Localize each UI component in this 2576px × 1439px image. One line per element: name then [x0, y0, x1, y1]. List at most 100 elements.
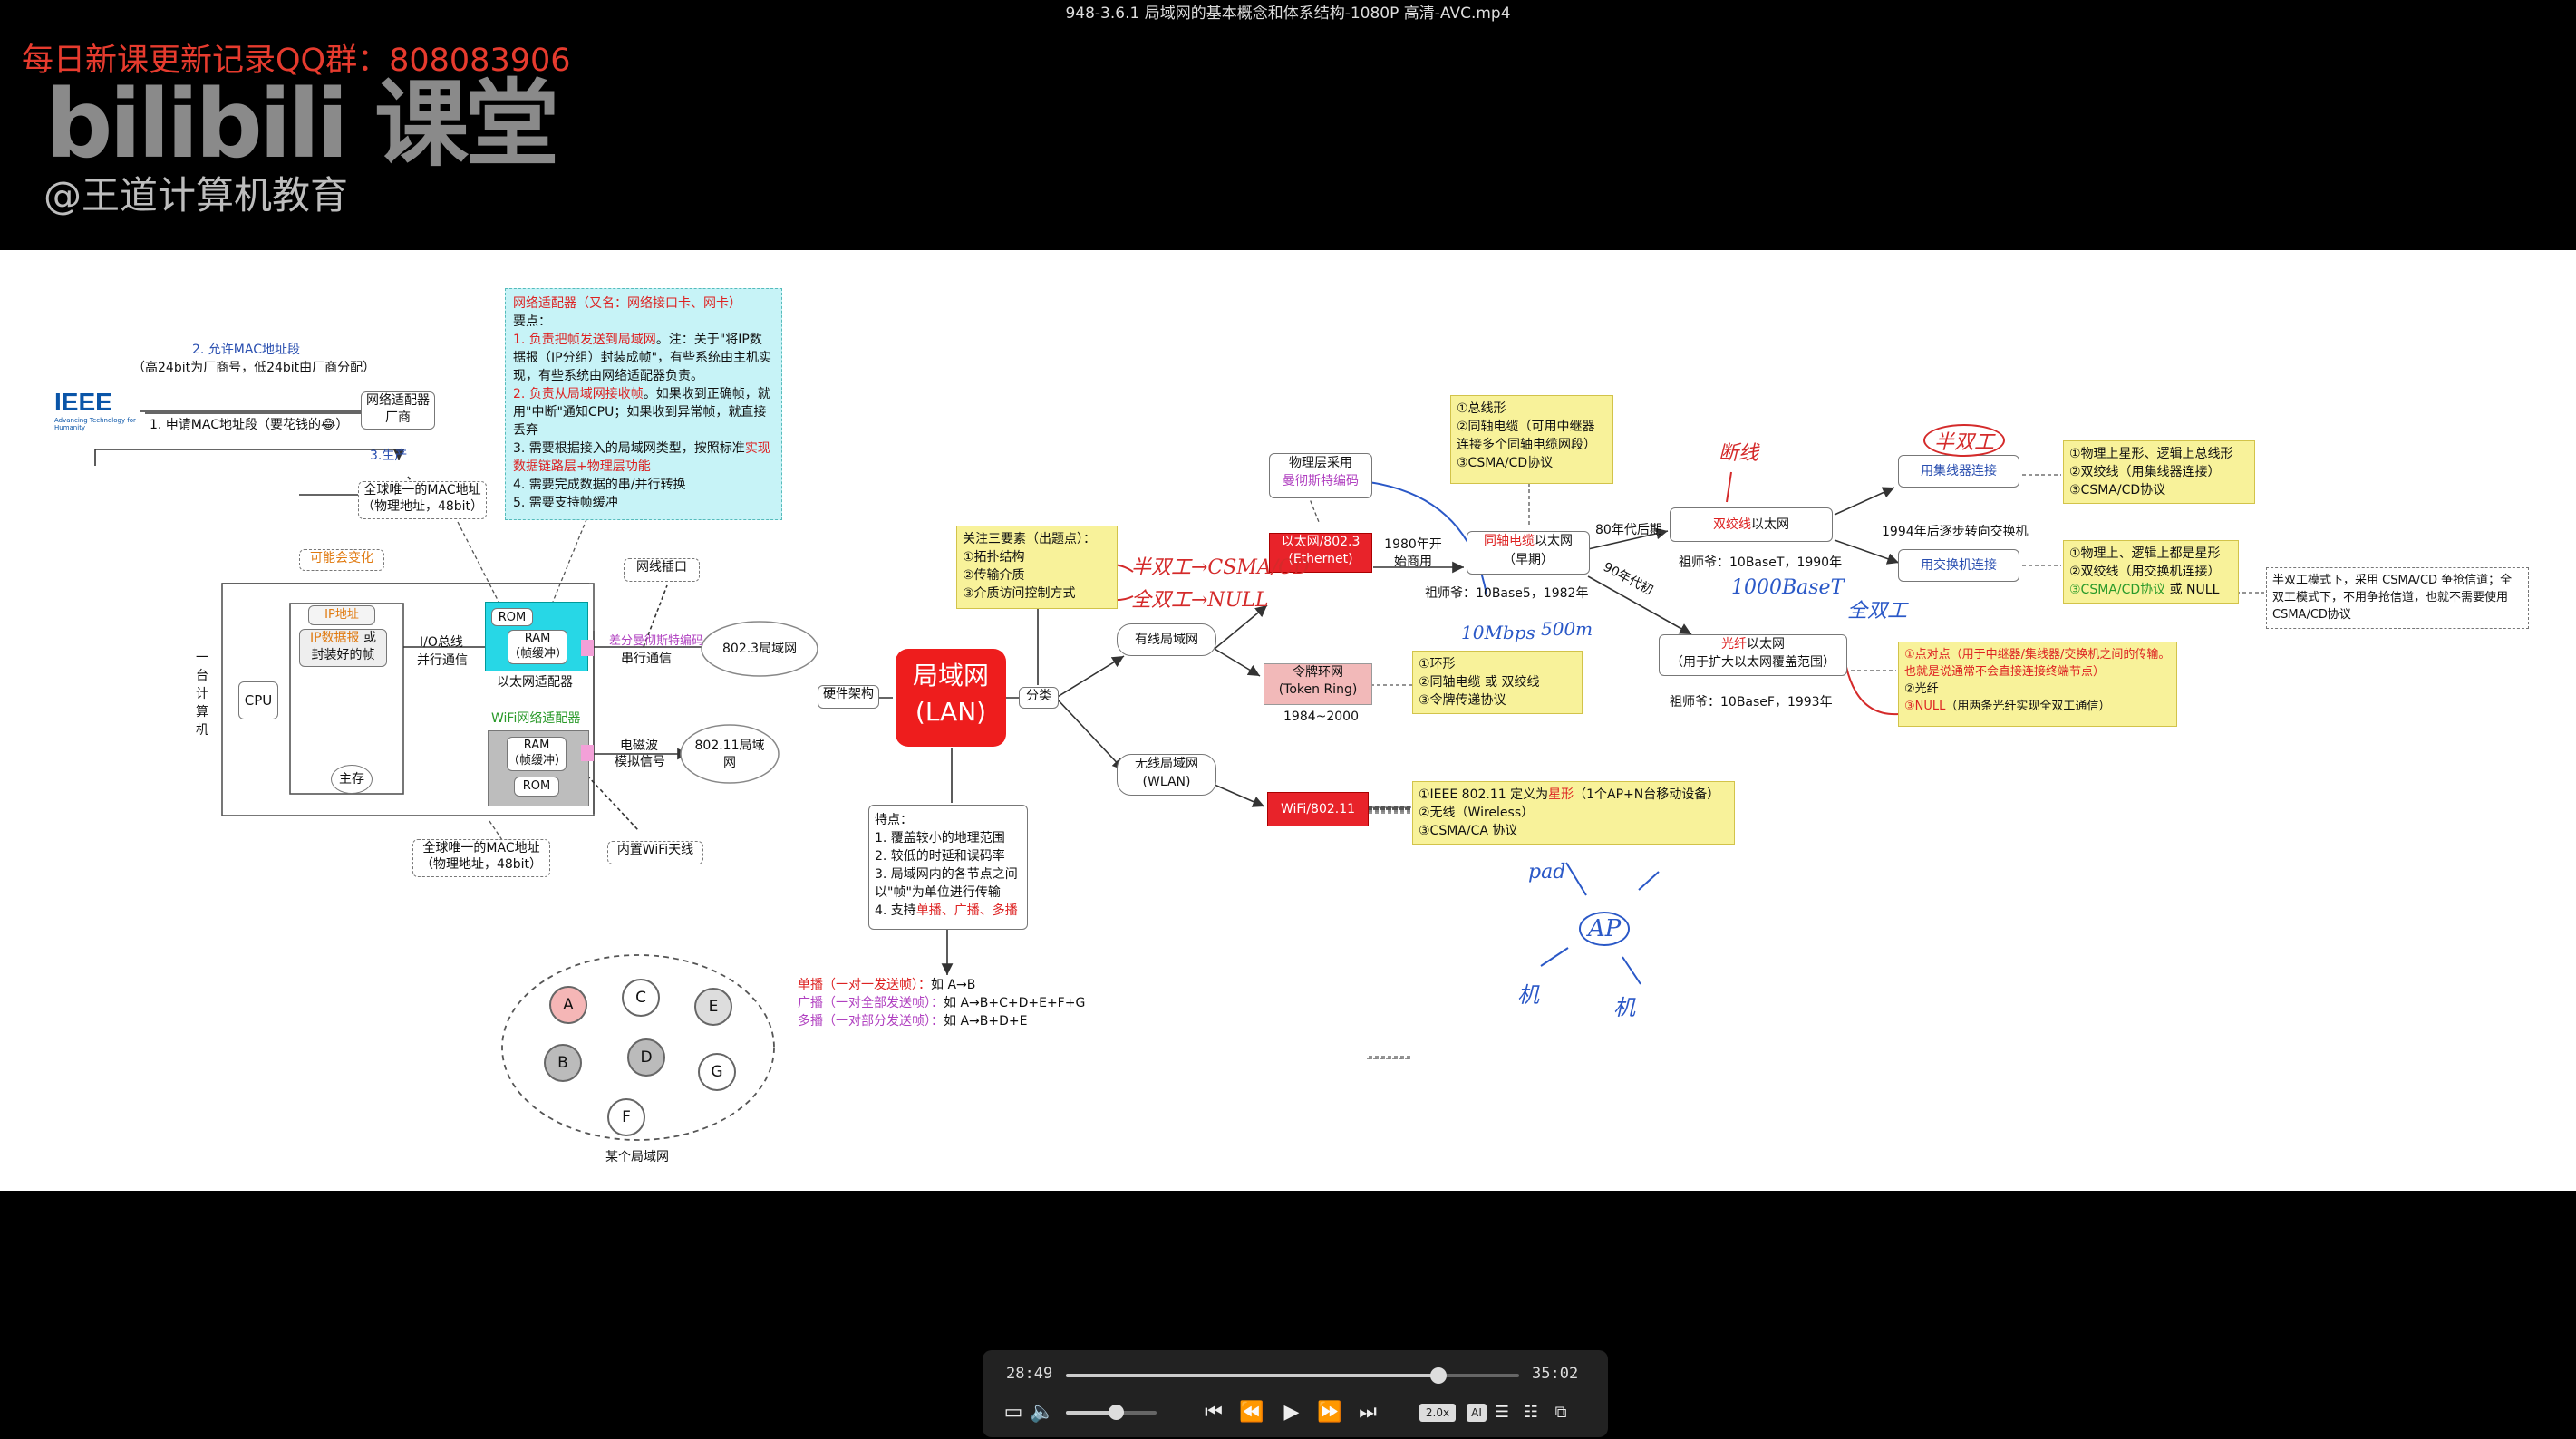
wireless-lan-node: 无线局域网 (WLAN)	[1117, 754, 1216, 796]
hand-machine-1: 机	[1517, 982, 1539, 1008]
bilibili-logo: bilibili 课堂	[45, 69, 559, 179]
lan-features-box: 特点： 1. 覆盖较小的地理范围 2. 较低的时延和误码率 3. 局域网内的各节…	[868, 805, 1028, 930]
play-icon[interactable]: ▶	[1278, 1399, 1305, 1426]
lan-80211-cloud: 802.11局域网	[694, 739, 765, 770]
speed-button[interactable]: 2.0x	[1419, 1404, 1456, 1422]
progress-fill	[1066, 1374, 1438, 1377]
wifi-topology-box: ①IEEE 802.11 定义为星形（1个AP+N台移动设备） ②无线（Wire…	[1412, 781, 1735, 845]
volume-slider[interactable]	[1066, 1405, 1157, 1420]
ethernet-port-connector	[581, 640, 594, 656]
late80s-label: 80年代后期	[1595, 523, 1662, 537]
bus-topology-box: ①总线形 ②同轴电缆（可用中继器连接多个同轴电缆网段） ③CSMA/CD协议	[1450, 395, 1613, 484]
hub-topology-box: ①物理上星形、逻辑上总线形 ②双绞线（用集线器连接） ③CSMA/CD协议	[2063, 440, 2255, 504]
token-years: 1984~2000	[1283, 710, 1359, 724]
settings-icon[interactable]: ☷	[1519, 1399, 1543, 1426]
ancestor-fiber: 祖师爷：10BaseF，1993年	[1670, 695, 1833, 710]
ai-button[interactable]: AI	[1467, 1404, 1487, 1422]
playlist-icon[interactable]: ☰	[1490, 1399, 1514, 1426]
progress-track[interactable]	[1066, 1367, 1519, 1384]
lan-node-e: E	[694, 988, 732, 1026]
hand-half-csma: 半双工→CSMA/CD	[1131, 556, 1310, 579]
unicast-line: 单播（一对一发送帧）：如 A→B	[798, 978, 976, 992]
coax-ethernet-node: 同轴电缆以太网 （早期）	[1467, 531, 1590, 575]
twisted-pair-node: 双绞线以太网	[1670, 507, 1833, 542]
builtin-wifi-box: 内置WiFi天线	[607, 841, 703, 864]
progress-thumb[interactable]	[1430, 1367, 1447, 1384]
ring-topology-box: ①环形 ②同轴电缆 或 双绞线 ③令牌传递协议	[1412, 651, 1583, 714]
lan-node-b: B	[544, 1044, 582, 1082]
commercial-label: 1980年开始商用	[1384, 537, 1442, 569]
token-ring-node: 令牌环网 (Token Ring)	[1264, 663, 1372, 705]
mac-allow-note: 2. 允许MAC地址段	[192, 343, 300, 357]
volume-icon[interactable]: 🔈	[1030, 1399, 1055, 1426]
hub-connection-node: 用集线器连接	[1898, 455, 2019, 488]
video-player-controls: 28:49 35:02 ▭ 🔈 ⏮ ⏪ ▶ ⏩ ⏭ 2.0x AI ☰ ☷ ⧉	[983, 1350, 1608, 1437]
mac-unique-bottom: 全球唯一的MAC地址 （物理地址，48bit）	[412, 839, 550, 877]
mac-alloc-note: （高24bit为厂商号，低24bit由厂商分配）	[132, 361, 376, 375]
hand-machine-2: 机	[1613, 995, 1635, 1020]
net-port-box: 网线插口	[624, 558, 700, 582]
channel-handle: @王道计算机教育	[44, 173, 349, 217]
memory-box: 主存	[331, 765, 373, 794]
pip-icon[interactable]: ⧉	[1548, 1399, 1574, 1426]
window-title: 948-3.6.1 局域网的基本概念和体系结构-1080P 高清-AVC.mp4	[0, 0, 2576, 27]
analog-label: 模拟信号	[615, 755, 665, 769]
fiber-ethernet-node: 光纤以太网 （用于扩大以太网覆盖范围）	[1659, 634, 1847, 676]
hw-arch-label: 硬件架构	[818, 685, 879, 709]
lan-node-f: F	[607, 1098, 645, 1136]
multicast-line: 多播（一对部分发送帧）：如 A→B+D+E	[798, 1014, 1028, 1029]
lan-node-a: A	[549, 986, 587, 1024]
ancestor-coax: 祖师爷：10Base5，1982年	[1425, 586, 1589, 601]
three-elements-box: 关注三要素（出题点）： ①拓扑结构 ②传输介质 ③介质访问控制方式	[956, 526, 1118, 609]
switch-transition-label: 1994年后逐步转向交换机	[1882, 525, 2029, 539]
wifi-adapter-label: WiFi网络适配器	[491, 711, 581, 726]
volume-thumb[interactable]	[1109, 1405, 1124, 1420]
ethernet-adapter-card: ROM RAM （帧缓冲）	[485, 602, 588, 671]
mac-unique-top: 全球唯一的MAC地址 （物理地址，48bit）	[358, 481, 487, 519]
hand-1000baset: 1000BaseT	[1731, 576, 1845, 599]
lan-area-label: 某个局域网	[605, 1150, 669, 1164]
rom-chip: ROM	[491, 608, 533, 626]
wifi-antenna-connector	[581, 745, 594, 761]
total-time: 35:02	[1532, 1365, 1579, 1383]
slide-canvas: 2. 允许MAC地址段 （高24bit为厂商号，低24bit由厂商分配） IEE…	[0, 250, 2576, 1191]
ip-addr-box: IP地址	[308, 605, 375, 625]
parallel-label: 并行通信	[417, 653, 468, 668]
serial-label: 串行通信	[621, 652, 672, 666]
fast-forward-icon[interactable]: ⏩	[1316, 1399, 1343, 1426]
ip-packet-box: IP数据报 或 封装好的帧	[299, 629, 387, 667]
adapter-maker-box: 网络适配器厂商	[361, 391, 435, 430]
wifi-ram-chip: RAM （帧缓冲）	[507, 737, 567, 771]
skip-previous-icon[interactable]: ⏮	[1200, 1399, 1227, 1426]
ieee-logo: IEEE Advancing Technology for Humanity	[54, 388, 136, 431]
io-bus-label: I/O总线	[420, 635, 463, 650]
classify-label: 分类	[1019, 687, 1059, 709]
may-change-box: 可能会变化	[299, 549, 384, 571]
wifi-rom-chip: ROM	[514, 777, 559, 797]
produce-label: 3.生产	[370, 449, 408, 463]
lan-node-c: C	[622, 979, 660, 1017]
hand-half: 半双工	[1923, 424, 2006, 457]
computer-side-label: 一台计算机	[196, 651, 208, 738]
fiber-topology-box: ①点对点（用于中继器/集线器/交换机之间的传输。也就是说通常不会直接连接终端节点…	[1898, 642, 2177, 727]
subtitle-icon[interactable]: ▭	[1001, 1399, 1026, 1426]
skip-next-icon[interactable]: ⏭	[1354, 1399, 1381, 1426]
cpu-box: CPU	[238, 681, 278, 720]
lan-node-g: G	[698, 1053, 736, 1091]
duplex-note: 半双工模式下，采用 CSMA/CD 争抢信道；全双工模式下，不用争抢信道，也就不…	[2266, 567, 2529, 629]
rewind-icon[interactable]: ⏪	[1238, 1399, 1265, 1426]
hand-broken: 断线	[1719, 442, 1759, 465]
em-wave-label: 电磁波	[620, 739, 658, 753]
hand-pad: pad	[1528, 861, 1566, 884]
lan-node-d: D	[627, 1038, 665, 1077]
hand-ap: AP	[1579, 912, 1631, 946]
lan-8023-cloud: 802.3局域网	[722, 642, 798, 656]
wired-lan-node: 有线局域网	[1117, 623, 1216, 656]
encoding-label: 差分曼彻斯特编码	[609, 634, 704, 648]
lan-core-node: 局域网 (LAN)	[896, 649, 1006, 747]
phys-layer-box: 物理层采用 曼彻斯特编码	[1269, 453, 1372, 498]
ram-chip: RAM （帧缓冲）	[508, 630, 567, 664]
ancestor-twisted: 祖师爷：10BaseT，1990年	[1679, 555, 1843, 570]
hand-full-null: 全双工→NULL	[1131, 589, 1269, 612]
hand-10mbps: 10Mbps	[1461, 622, 1535, 643]
